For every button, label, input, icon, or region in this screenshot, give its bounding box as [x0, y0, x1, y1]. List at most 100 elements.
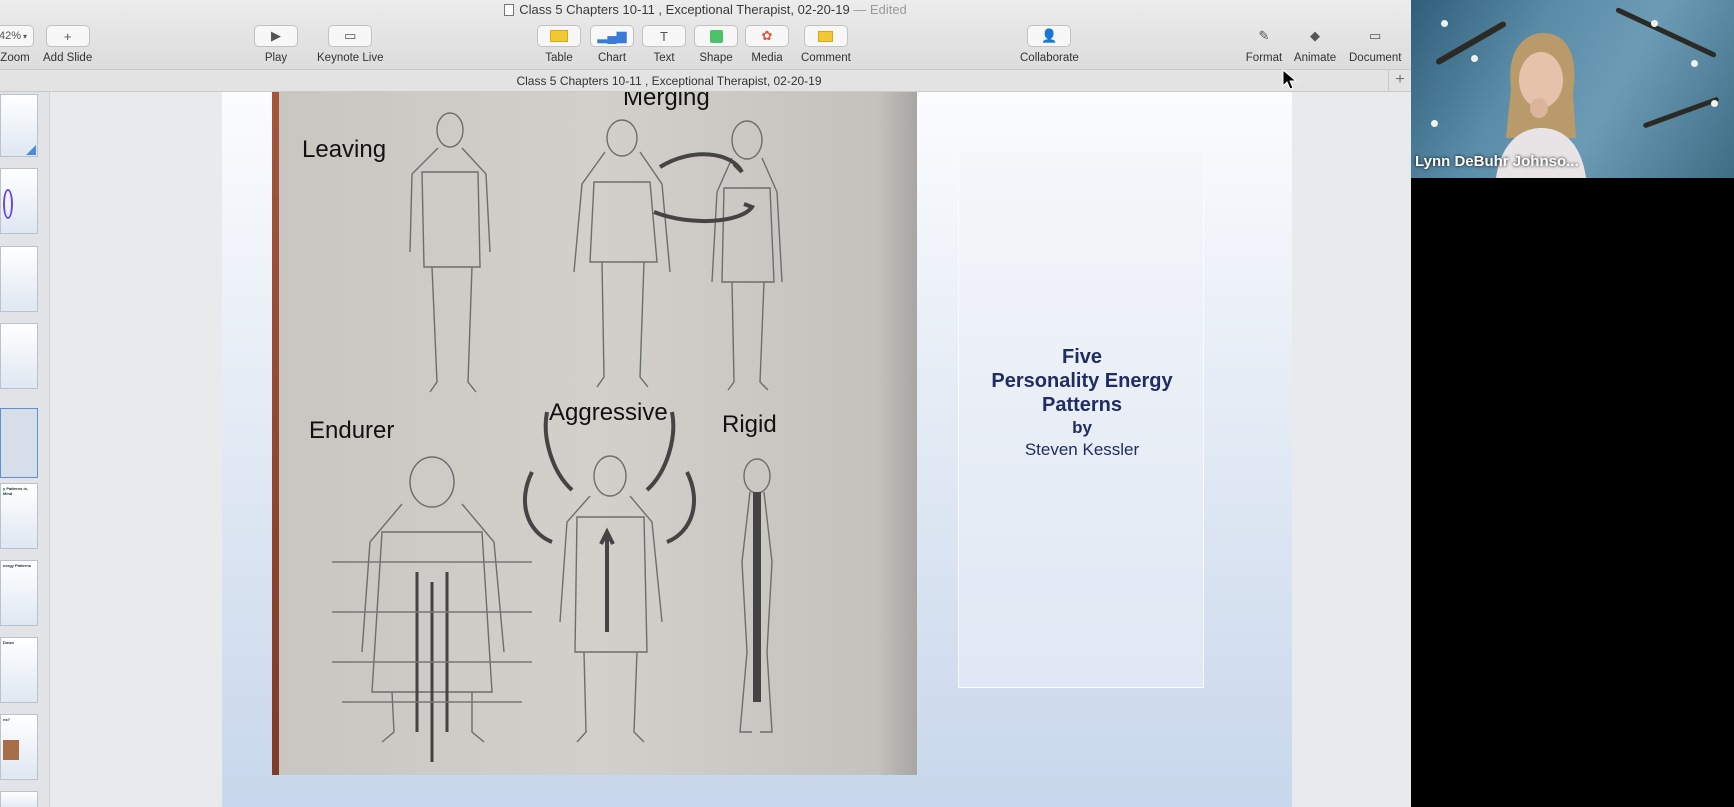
document-icon-small — [504, 4, 515, 16]
shape-label: Shape — [699, 52, 733, 64]
edited-indicator: — Edited — [853, 2, 907, 17]
keynote-live-button[interactable]: ▭ Keynote Live — [317, 25, 384, 64]
zoom-label: Zoom — [0, 52, 30, 64]
animate-label: Animate — [1293, 52, 1337, 64]
book-page-photo[interactable]: Leaving Merging Endurer Aggressive Rigid — [272, 92, 917, 775]
thumb-graphic — [26, 145, 36, 155]
slide-title-textbox[interactable]: Five Personality Energy Patterns by Stev… — [958, 151, 1204, 688]
collaborate-icon: 👤 — [1027, 25, 1072, 47]
label-merging: Merging — [623, 92, 710, 111]
slide-thumb-7[interactable]: nergy Patterns — [0, 560, 38, 626]
chart-icon: ▂▄▆ — [590, 25, 634, 47]
slide-thumb-3[interactable] — [0, 246, 38, 312]
play-button[interactable]: ▶ Play — [254, 25, 298, 64]
aggressive-up-arrow — [599, 527, 615, 632]
title-line-4: by — [1072, 418, 1092, 437]
zoom-select[interactable]: 42% ▾ — [0, 25, 34, 47]
blossom — [1691, 60, 1698, 67]
comment-icon — [803, 25, 848, 47]
chevron-down-icon: ▾ — [23, 31, 28, 41]
window-title: Class 5 Chapters 10-11 , Exceptional The… — [0, 2, 1411, 17]
animate-diamond-icon: ◆ — [1310, 28, 1320, 43]
collaborate-button[interactable]: 👤 Collaborate — [1020, 25, 1079, 64]
format-label: Format — [1245, 52, 1283, 64]
text-icon: T — [642, 25, 686, 47]
animate-button[interactable]: ◆ Animate — [1293, 25, 1337, 64]
zoom-value: 42% — [0, 30, 22, 42]
slide-thumb-5-selected[interactable] — [0, 408, 38, 478]
table-button[interactable]: Table — [537, 25, 581, 64]
figure-merging-b-body — [711, 157, 783, 391]
text-label: Text — [653, 52, 675, 64]
document-label: Document — [1349, 52, 1402, 64]
slide-thumb-2[interactable] — [0, 168, 38, 234]
chart-label: Chart — [597, 52, 627, 64]
comment-button[interactable]: Comment — [801, 25, 851, 64]
comment-label: Comment — [801, 52, 851, 64]
add-slide-button[interactable]: + Add Slide — [43, 25, 92, 64]
shape-icon — [694, 25, 738, 47]
document-button[interactable]: ▭ Document — [1349, 25, 1401, 64]
shape-button[interactable]: Shape — [694, 25, 738, 64]
label-leaving: Leaving — [302, 136, 387, 163]
slide-canvas: Leaving Merging Endurer Aggressive Rigid… — [50, 92, 1411, 807]
tab-document[interactable]: Class 5 Chapters 10-11 , Exceptional The… — [0, 74, 1338, 88]
blossom — [1471, 55, 1478, 62]
figure-leaving-body — [409, 147, 491, 393]
window-title-text: Class 5 Chapters 10-11 , Exceptional The… — [519, 2, 850, 17]
title-line-3: Patterns — [1041, 394, 1123, 416]
media-label: Media — [751, 52, 783, 64]
zoom-control[interactable]: 42% ▾ Zoom — [0, 25, 34, 64]
endurer-down-arrows — [415, 572, 449, 762]
slide-thumb-4[interactable] — [0, 323, 38, 389]
format-button[interactable]: ✎ Format — [1242, 25, 1286, 64]
figure-aggressive-head — [593, 455, 627, 497]
thumb-graphic — [3, 740, 19, 760]
title-line-1: Five — [1061, 346, 1103, 368]
thumb-graphic — [3, 189, 13, 219]
label-rigid: Rigid — [722, 411, 777, 438]
thumb-text: y Patterns is, Mind — [3, 486, 28, 496]
tab-bar: Class 5 Chapters 10-11 , Exceptional The… — [0, 70, 1411, 92]
slide-thumb-8[interactable]: Down — [0, 637, 38, 703]
participant-name: Lynn DeBuhr Johnso... — [1415, 153, 1579, 170]
slide-thumb-1[interactable] — [0, 94, 38, 157]
slide-thumb-10[interactable] — [0, 791, 38, 807]
thumb-text: ns? — [3, 717, 11, 722]
document-icon: ▭ — [1369, 28, 1382, 43]
title-line-2: Personality Energy — [991, 370, 1173, 392]
author-name: Steven Kessler — [1024, 440, 1140, 459]
slide[interactable]: Leaving Merging Endurer Aggressive Rigid… — [222, 92, 1292, 807]
toolbar: Class 5 Chapters 10-11 , Exceptional The… — [0, 0, 1411, 70]
collaborate-label: Collaborate — [1020, 52, 1079, 64]
text-button[interactable]: T Text — [642, 25, 686, 64]
thumb-text: Down — [3, 640, 14, 645]
table-label: Table — [545, 52, 573, 64]
slide-thumb-6[interactable]: y Patterns is, Mind — [0, 483, 38, 549]
blossom — [1651, 20, 1658, 27]
media-icon: ✿ — [745, 25, 789, 47]
figure-leaving-head — [436, 112, 464, 148]
keynote-live-icon: ▭ — [328, 25, 373, 47]
book-gutter-shadow — [877, 92, 917, 775]
figure-rigid-head — [743, 458, 771, 494]
mouse-pointer-icon — [1282, 69, 1298, 90]
label-endurer: Endurer — [309, 417, 395, 444]
blossom — [1441, 20, 1448, 27]
play-icon: ▶ — [254, 25, 298, 47]
blossom — [1431, 120, 1438, 127]
format-brush-icon: ✎ — [1258, 28, 1270, 43]
participant-video-tile[interactable]: Lynn DeBuhr Johnso... — [1411, 0, 1734, 178]
thumb-text: nergy Patterns — [3, 563, 32, 568]
aggressive-arrows — [522, 411, 697, 544]
add-slide-label: Add Slide — [43, 52, 93, 64]
label-aggressive: Aggressive — [549, 399, 668, 426]
new-tab-button[interactable]: + — [1388, 70, 1411, 91]
chart-button[interactable]: ▂▄▆ Chart — [590, 25, 634, 64]
figure-merging-a-body — [573, 151, 671, 388]
slide-navigator: y Patterns is, Mind nergy Patterns Down … — [0, 92, 50, 807]
media-button[interactable]: ✿ Media — [745, 25, 789, 64]
plus-icon: + — [45, 25, 90, 47]
slide-thumb-9[interactable]: ns? — [0, 714, 38, 780]
figure-merging-b-head — [731, 120, 763, 160]
